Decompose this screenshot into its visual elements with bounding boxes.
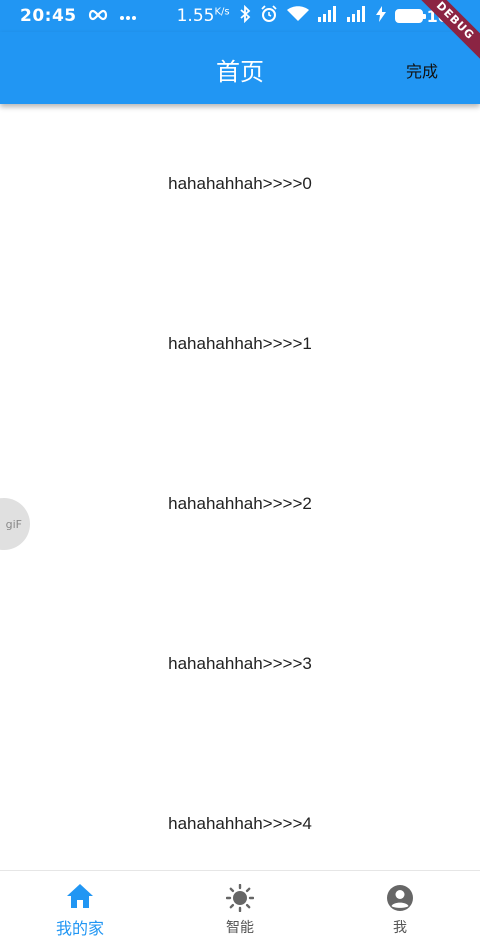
sun-icon xyxy=(226,883,254,912)
network-speed-unit: K/s xyxy=(214,6,230,18)
infinity-icon xyxy=(87,6,109,26)
list-item-label: hahahahhah>>>>4 xyxy=(168,814,312,833)
list-item[interactable]: hahahahhah>>>>2 xyxy=(0,494,480,654)
account-circle-icon xyxy=(386,884,414,912)
list-item[interactable]: hahahahhah>>>>3 xyxy=(0,654,480,814)
battery-icon xyxy=(394,9,426,23)
list-item-label: hahahahhah>>>>2 xyxy=(168,494,312,513)
more-dots-icon xyxy=(119,6,137,26)
signal-icon xyxy=(317,5,338,27)
list-item[interactable]: hahahahhah>>>>0 xyxy=(0,174,480,334)
status-left: 20:45 xyxy=(20,6,137,26)
charging-bolt-icon xyxy=(375,5,386,27)
status-time: 20:45 xyxy=(20,6,77,26)
signal-4g-icon xyxy=(346,5,367,27)
status-bar: 20:45 1.55K/s 100 xyxy=(0,0,480,32)
done-button[interactable]: 完成 xyxy=(406,58,438,82)
nav-item-home[interactable]: 我的家 xyxy=(0,871,160,949)
network-speed: 1.55K/s xyxy=(177,6,230,26)
nav-label-me: 我 xyxy=(393,919,407,936)
status-right: 1.55K/s 100 xyxy=(177,4,460,28)
bluetooth-icon xyxy=(239,4,251,28)
list-item-label: hahahahhah>>>>0 xyxy=(168,174,312,193)
list-item-label: hahahahhah>>>>3 xyxy=(168,654,312,673)
app-bar: 首页 完成 xyxy=(0,32,480,104)
bottom-navigation: 我的家 智能 我 xyxy=(0,870,480,949)
network-speed-value: 1.55 xyxy=(176,6,215,26)
nav-label-home: 我的家 xyxy=(55,918,104,938)
list-item-label: hahahahhah>>>>1 xyxy=(168,334,312,353)
gif-label: giF xyxy=(5,517,22,531)
nav-label-smart: 智能 xyxy=(226,919,254,936)
list-item[interactable]: hahahahhah>>>>1 xyxy=(0,334,480,494)
wifi-icon xyxy=(286,5,309,27)
list-item[interactable]: hahahahhah>>>>4 xyxy=(0,814,480,870)
alarm-icon xyxy=(260,4,278,28)
nav-item-smart[interactable]: 智能 xyxy=(160,871,320,949)
nav-item-me[interactable]: 我 xyxy=(320,871,480,949)
list-view[interactable]: hahahahhah>>>>0 hahahahhah>>>>1 hahahahh… xyxy=(0,104,480,870)
home-icon xyxy=(66,882,94,910)
